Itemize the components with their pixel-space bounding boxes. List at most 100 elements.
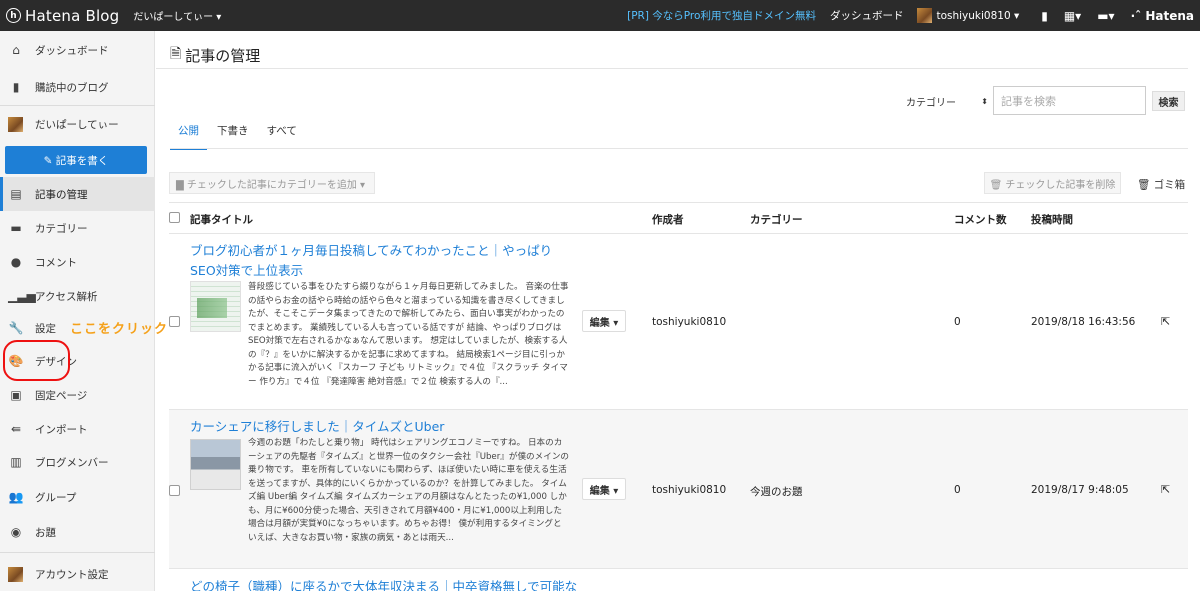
sidebar-item-import[interactable]: ⇚ インポート [0, 412, 155, 446]
sidebar-item-label: グループ [35, 491, 77, 504]
trash-link[interactable]: 🗑 ゴミ箱 [1137, 177, 1185, 192]
select-arrow-icon: ⬍ [981, 96, 988, 106]
sidebar-item-fixed-pages[interactable]: ▣ 固定ページ [0, 378, 155, 412]
document-icon: ▤ [10, 187, 22, 201]
divider [170, 148, 1188, 149]
divider [169, 202, 1188, 203]
author-cell: toshiyuki0810 [652, 316, 727, 328]
article-tabs: 公開 下書き すべて [170, 123, 307, 150]
sidebar-item-label: お題 [35, 526, 56, 539]
user-avatar[interactable] [917, 8, 933, 23]
tab-all[interactable]: すべて [259, 123, 305, 150]
notification-icon[interactable]: ▬▾ [1097, 9, 1114, 23]
sidebar-item-subscriptions[interactable]: ▮ 購読中のブログ [0, 70, 155, 104]
import-icon: ⇚ [10, 422, 22, 436]
comment-icon: ● [10, 255, 22, 269]
external-link-icon[interactable]: ⇱ [1161, 483, 1170, 496]
edit-button[interactable]: 編集 ▾ [582, 478, 626, 500]
posted-time: 2019/8/17 9:48:05 [1031, 484, 1129, 496]
bookmark-icon[interactable]: ▮ [1041, 9, 1048, 23]
sidebar-item-analytics[interactable]: ▁▃▅ アクセス解析 [0, 279, 155, 313]
topic-icon: ◉ [10, 525, 22, 539]
article-thumbnail[interactable] [190, 281, 241, 332]
hatena-link[interactable]: ·ˆ Hatena [1131, 9, 1194, 23]
home-icon: ⌂ [12, 43, 20, 57]
column-posted: 投稿時間 [1031, 214, 1073, 226]
page-title: 🗎 記事の管理 [170, 43, 260, 67]
folder-icon: ▬ [10, 221, 22, 235]
posted-time: 2019/8/18 16:43:56 [1031, 316, 1136, 328]
group-icon: 👥 [8, 490, 24, 504]
blog-switcher[interactable]: だいぱーしてぃー ▾ [133, 8, 221, 23]
article-title-link[interactable]: カーシェアに移行しました｜タイムズとUber [190, 417, 570, 437]
sidebar-item-blog[interactable]: だいぱーしてぃー [0, 107, 155, 141]
sidebar-item-comments[interactable]: ● コメント [0, 245, 155, 279]
top-bar: h Hatena Blog だいぱーしてぃー ▾ [PR] 今ならPro利用で独… [0, 0, 1200, 31]
sidebar-item-articles[interactable]: ▤ 記事の管理 [0, 177, 155, 211]
divider [169, 568, 1188, 569]
category-cell[interactable]: 今週のお題 [750, 484, 803, 499]
blog-avatar [8, 116, 23, 132]
sidebar: ⌂ ダッシュボード ▮ 購読中のブログ だいぱーしてぃー ✎ 記事を書く ▤ 記… [0, 31, 155, 591]
tab-drafts[interactable]: 下書き [209, 123, 257, 150]
divider [156, 68, 1188, 69]
account-avatar [8, 566, 23, 582]
search-input[interactable]: 記事を検索 [993, 86, 1146, 115]
sidebar-item-label: インポート [35, 423, 88, 436]
sidebar-item-label: アクセス解析 [35, 290, 98, 303]
add-category-button[interactable]: ▇ チェックした記事にカテゴリーを追加 ▾ [169, 172, 375, 194]
row-checkbox[interactable] [169, 485, 180, 496]
page-icon: ▣ [10, 388, 22, 402]
category-select[interactable]: カテゴリー ⬍ [900, 91, 992, 111]
author-cell: toshiyuki0810 [652, 484, 727, 496]
column-author: 作成者 [652, 214, 684, 226]
main-content: 🗎 記事の管理 カテゴリー ⬍ 記事を検索 検索 公開 下書き すべて ▇ チェ… [156, 31, 1200, 591]
edit-button[interactable]: 編集 ▾ [582, 310, 626, 332]
delete-checked-button[interactable]: 🗑 チェックした記事を削除 [984, 172, 1121, 194]
sidebar-item-dashboard[interactable]: ⌂ ダッシュボード [0, 33, 155, 67]
comment-count: 0 [954, 316, 961, 328]
write-article-button[interactable]: ✎ 記事を書く [5, 146, 147, 174]
search-button[interactable]: 検索 [1152, 91, 1185, 111]
article-excerpt: 普段感じている事をひたすら綴りながら１ヶ月毎日更新してみました。 音楽の仕事の話… [248, 282, 569, 387]
brand-name: Hatena Blog [25, 6, 120, 25]
sidebar-item-topics[interactable]: ◉ お題 [0, 515, 155, 549]
external-link-icon[interactable]: ⇱ [1161, 315, 1170, 328]
bookmark-icon: ▮ [12, 80, 20, 94]
sidebar-item-label: 設定 [35, 322, 56, 335]
members-icon: ▥ [10, 455, 22, 469]
sidebar-item-label: 購読中のブログ [35, 81, 109, 94]
article-excerpt: 今週のお題「わたしと乗り物」 時代はシェアリングエコノミーですね。 日本のカーシ… [248, 438, 570, 543]
hatena-logo-icon: h [6, 8, 21, 23]
wrench-icon: 🔧 [8, 321, 24, 335]
sidebar-item-label: ダッシュボード [35, 44, 109, 57]
hatena-blog-logo[interactable]: h Hatena Blog [6, 7, 119, 25]
comment-count: 0 [954, 484, 961, 496]
sidebar-item-label: ブログメンバー [35, 456, 109, 469]
tab-published[interactable]: 公開 [170, 123, 207, 150]
article-title-link[interactable]: ブログ初心者が１ヶ月毎日投稿してみてわかったこと｜やっぱりSEO対策で上位表示 [190, 241, 570, 281]
sidebar-item-label: だいぱーしてぃー [35, 118, 119, 131]
user-menu[interactable]: toshiyuki0810 ▾ [936, 10, 1019, 22]
sidebar-divider [0, 105, 155, 106]
sidebar-item-label: カテゴリー [35, 222, 88, 235]
dashboard-link[interactable]: ダッシュボード [830, 8, 904, 23]
page-title-text: 記事の管理 [185, 46, 261, 65]
sidebar-divider [0, 552, 155, 553]
sidebar-item-label: アカウント設定 [35, 568, 109, 581]
article-title-link[interactable]: どの椅子（職種）に座るかで大体年収決まる｜中卒資格無しで可能な [190, 577, 610, 591]
select-all-checkbox[interactable] [169, 212, 180, 223]
bar-chart-icon: ▁▃▅ [8, 289, 36, 303]
sidebar-item-groups[interactable]: 👥 グループ [0, 480, 155, 514]
highlight-circle [3, 340, 70, 381]
sidebar-item-members[interactable]: ▥ ブログメンバー [0, 445, 155, 479]
sidebar-item-label: コメント [35, 256, 77, 269]
row-checkbox[interactable] [169, 316, 180, 327]
pr-link[interactable]: [PR] 今ならPro利用で独自ドメイン無料 [627, 8, 816, 23]
sidebar-item-categories[interactable]: ▬ カテゴリー [0, 211, 155, 245]
article-thumbnail[interactable] [190, 439, 241, 490]
sidebar-item-account-settings[interactable]: アカウント設定 [0, 557, 155, 591]
apps-grid-icon[interactable]: ▦▾ [1064, 9, 1081, 23]
sidebar-item-label: 固定ページ [35, 389, 88, 402]
document-icon: 🗎 [170, 46, 182, 62]
